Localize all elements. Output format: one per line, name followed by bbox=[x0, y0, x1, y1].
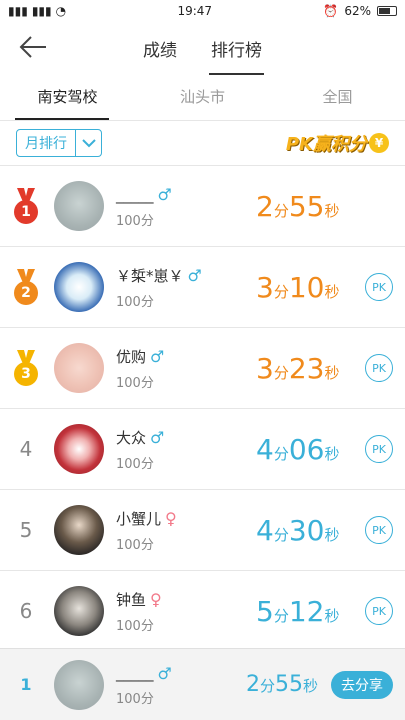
rank-cell: 3 bbox=[0, 350, 52, 386]
time-value: 3 分 23 秒 bbox=[256, 351, 340, 385]
avatar[interactable] bbox=[54, 424, 104, 474]
list-item[interactable]: 1 _____ ♂ 100分 2 分 55 秒 bbox=[0, 166, 405, 247]
top-nav: 成绩 排行榜 bbox=[0, 22, 405, 75]
pk-button[interactable]: PK bbox=[365, 516, 393, 544]
pk-banner-text: PK赢积分 bbox=[285, 134, 367, 155]
tab-school[interactable]: 南安驾校 bbox=[0, 75, 135, 120]
user-name: 小蟹儿 bbox=[116, 510, 162, 528]
male-icon: ♂ bbox=[150, 428, 165, 447]
user-name: ￥椞*崽￥ bbox=[116, 267, 184, 285]
yen-coin-icon: ¥ bbox=[369, 133, 389, 153]
rank-cell: 6 bbox=[19, 599, 33, 623]
chevron-down-icon bbox=[75, 130, 101, 156]
user-name: 钟鱼 bbox=[116, 591, 147, 609]
tab-national[interactable]: 全国 bbox=[270, 75, 405, 120]
leaderboard-list: 1 _____ ♂ 100分 2 分 55 秒 2 ￥椞*崽￥ ♂ 100分 3 分 10 秒 … bbox=[0, 166, 405, 652]
male-icon: ♂ bbox=[150, 347, 165, 366]
user-name: _____ bbox=[116, 185, 154, 204]
list-item[interactable]: 5 小蟹儿 ♀ 100分 4 分 30 秒 PK bbox=[0, 490, 405, 571]
status-bar: ▮▮▮ ▮▮▮ ◔ 19:47 ⏰ 62% bbox=[0, 0, 405, 22]
period-select[interactable]: 月排行 bbox=[16, 129, 102, 157]
pk-button[interactable]: PK bbox=[365, 435, 393, 463]
avatar[interactable] bbox=[54, 586, 104, 636]
score-text: 100分 bbox=[116, 213, 154, 229]
list-item[interactable]: 3 优购 ♂ 100分 3 分 23 秒 PK bbox=[0, 328, 405, 409]
list-item[interactable]: 4 大众 ♂ 100分 4 分 06 秒 PK bbox=[0, 409, 405, 490]
region-tabs: 南安驾校 汕头市 全国 bbox=[0, 75, 405, 121]
score-text: 100分 bbox=[116, 456, 154, 472]
time-value: 3 分 10 秒 bbox=[256, 270, 340, 304]
filter-row: 月排行 PK赢积分 ¥ bbox=[0, 121, 405, 166]
period-select-label: 月排行 bbox=[25, 136, 67, 152]
score-text: 100分 bbox=[116, 618, 154, 634]
my-avatar[interactable] bbox=[54, 659, 104, 710]
signal-icon: ▮▮▮ bbox=[8, 4, 28, 18]
clock-time: 19:47 bbox=[177, 4, 213, 18]
back-button[interactable] bbox=[18, 34, 48, 60]
male-icon: ♂ bbox=[157, 663, 172, 683]
pk-button[interactable]: PK bbox=[365, 597, 393, 625]
avatar[interactable] bbox=[54, 262, 104, 312]
score-text: 100分 bbox=[116, 537, 154, 553]
rank-cell: 1 bbox=[0, 188, 52, 224]
time-value: 5 分 12 秒 bbox=[256, 594, 340, 628]
avatar[interactable] bbox=[54, 505, 104, 555]
battery-percent: 62% bbox=[344, 4, 371, 18]
male-icon: ♂ bbox=[187, 266, 202, 285]
time-value: 4 分 06 秒 bbox=[256, 432, 340, 466]
time-value: 2 分 55 秒 bbox=[256, 189, 340, 223]
my-name: _____ bbox=[116, 664, 154, 682]
tab-city[interactable]: 汕头市 bbox=[135, 75, 270, 120]
wifi-icon: ◔ bbox=[55, 4, 67, 18]
battery-icon bbox=[376, 6, 397, 16]
tab-leaderboard[interactable]: 排行榜 bbox=[209, 26, 264, 75]
my-score: 100分 bbox=[116, 692, 154, 707]
bronze-medal-icon: 3 bbox=[14, 350, 38, 386]
female-icon: ♀ bbox=[150, 590, 162, 609]
my-time: 2 分 55 秒 bbox=[246, 672, 319, 697]
gold-medal-icon: 1 bbox=[14, 188, 38, 224]
list-item[interactable]: 6 钟鱼 ♀ 100分 5 分 12 秒 PK bbox=[0, 571, 405, 652]
rank-cell: 4 bbox=[19, 437, 33, 461]
alarm-icon: ⏰ bbox=[323, 4, 339, 18]
my-rank: 1 bbox=[20, 675, 32, 694]
rank-cell: 5 bbox=[19, 518, 33, 542]
list-item[interactable]: 2 ￥椞*崽￥ ♂ 100分 3 分 10 秒 PK bbox=[0, 247, 405, 328]
avatar[interactable] bbox=[54, 181, 104, 231]
user-name: 优购 bbox=[116, 348, 147, 366]
score-text: 100分 bbox=[116, 375, 154, 391]
score-text: 100分 bbox=[116, 294, 154, 310]
pk-points-banner[interactable]: PK赢积分 ¥ bbox=[286, 130, 389, 156]
my-rank-bar: 1 _____ ♂ 100分 2 分 55 秒 去分享 bbox=[0, 648, 405, 720]
tab-scores[interactable]: 成绩 bbox=[143, 26, 177, 71]
rank-cell: 2 bbox=[0, 269, 52, 305]
silver-medal-icon: 2 bbox=[14, 269, 38, 305]
main-tabs: 成绩 排行榜 bbox=[143, 26, 264, 75]
signal-icon-2: ▮▮▮ bbox=[31, 4, 52, 18]
avatar[interactable] bbox=[54, 343, 104, 393]
arrow-left-icon bbox=[19, 36, 46, 58]
male-icon: ♂ bbox=[157, 185, 172, 204]
status-icons-left: ▮▮▮ ▮▮▮ ◔ bbox=[8, 4, 66, 18]
user-name: 大众 bbox=[116, 429, 147, 447]
pk-button[interactable]: PK bbox=[365, 273, 393, 301]
status-icons-right: ⏰ 62% bbox=[323, 4, 397, 18]
time-value: 4 分 30 秒 bbox=[256, 513, 340, 547]
share-button[interactable]: 去分享 bbox=[331, 670, 393, 699]
pk-button[interactable]: PK bbox=[365, 354, 393, 382]
female-icon: ♀ bbox=[165, 509, 177, 528]
